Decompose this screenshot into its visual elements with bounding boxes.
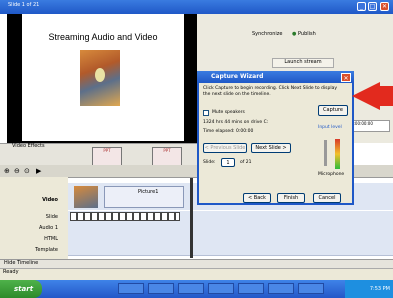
slide-filmstrip[interactable] — [70, 212, 180, 221]
disk-space-info: 1324 hrs 44 mins on drive C: — [203, 120, 269, 125]
dialog-title: Capture Wizard — [197, 71, 354, 83]
publish-button[interactable]: Publish — [298, 31, 316, 37]
painting-face — [95, 68, 105, 82]
track-label-template: Template — [35, 247, 58, 253]
taskbar-item[interactable] — [118, 283, 144, 294]
time-field: 0:00:00:00 — [350, 120, 390, 132]
maximize-button[interactable]: □ — [368, 2, 377, 11]
play-icon[interactable]: ▶ — [36, 167, 41, 175]
slide-canvas: Streaming Audio and Video — [22, 14, 184, 141]
previous-slide-button[interactable]: < Previous Slide — [203, 143, 247, 153]
window-title: Slide 1 of 21 — [8, 2, 40, 8]
slide-title: Streaming Audio and Video — [48, 32, 158, 42]
input-level-label: Input level — [318, 125, 342, 130]
input-level-meter — [335, 139, 340, 169]
taskbar-item[interactable] — [208, 283, 234, 294]
taskbar-item[interactable] — [178, 283, 204, 294]
fit-icon[interactable]: ⊙ — [24, 167, 30, 175]
minimize-button[interactable]: _ — [357, 2, 366, 11]
zoom-out-icon[interactable]: ⊖ — [14, 167, 20, 175]
dialog-close-button[interactable]: ✕ — [341, 73, 351, 82]
finish-button[interactable]: Finish — [277, 193, 305, 203]
dialog-instructions: Click Capture to begin recording. Click … — [203, 86, 338, 97]
zoom-in-icon[interactable]: ⊕ — [4, 167, 10, 175]
publish-icon: ● — [292, 31, 297, 37]
capture-button[interactable]: Capture — [318, 105, 348, 116]
back-button[interactable]: < Back — [243, 193, 271, 203]
taskbar-item[interactable] — [268, 283, 294, 294]
tab-launch-stream[interactable]: Launch stream — [272, 58, 334, 68]
status-text: Ready — [3, 269, 19, 275]
time-elapsed: Time elapsed: 0:00:00 — [203, 129, 254, 134]
next-slide-button[interactable]: Next Slide > — [251, 143, 291, 153]
synchronize-button[interactable]: Synchronize — [252, 31, 282, 37]
system-tray-clock: 7:53 PM — [345, 280, 393, 298]
slide-total: of 21 — [240, 160, 252, 165]
slide-preview: Streaming Audio and Video — [7, 14, 197, 143]
slide-thumbnail[interactable]: PPT — [92, 147, 122, 167]
slide-label: Slide: — [203, 160, 216, 165]
track-label-html: HTML — [44, 236, 58, 242]
track-label-slide: Slide — [45, 214, 58, 220]
close-button[interactable]: ✕ — [380, 2, 389, 11]
playhead[interactable] — [190, 178, 193, 258]
video-clip-thumbnail[interactable] — [74, 186, 98, 208]
slide-number-field[interactable]: 1 — [221, 158, 235, 167]
mute-speakers-checkbox[interactable] — [203, 110, 209, 116]
video-effects-label[interactable]: Video Effects — [12, 143, 45, 149]
scream-painting-image — [80, 50, 120, 106]
start-button[interactable]: start — [0, 280, 42, 298]
template-track[interactable] — [68, 244, 393, 256]
hide-timeline-bar: Hide Timeline — [0, 259, 393, 268]
annotation-arrow-tail — [374, 86, 393, 106]
input-level-slider[interactable] — [324, 140, 327, 166]
mute-speakers-label: Mute speakers — [212, 110, 245, 115]
clip-label: Picture1 — [138, 189, 159, 195]
microphone-label: Microphone — [318, 172, 345, 177]
title-bar — [0, 0, 393, 14]
slide-thumbnail[interactable]: PPT — [152, 147, 182, 167]
taskbar-item[interactable] — [238, 283, 264, 294]
track-label-audio: Audio 1 — [39, 225, 58, 231]
taskbar-item[interactable] — [148, 283, 174, 294]
taskbar-item[interactable] — [298, 283, 324, 294]
track-label-video: Video — [42, 197, 58, 203]
hide-timeline-link[interactable]: Hide Timeline — [4, 260, 38, 266]
cancel-button[interactable]: Cancel — [313, 193, 341, 203]
